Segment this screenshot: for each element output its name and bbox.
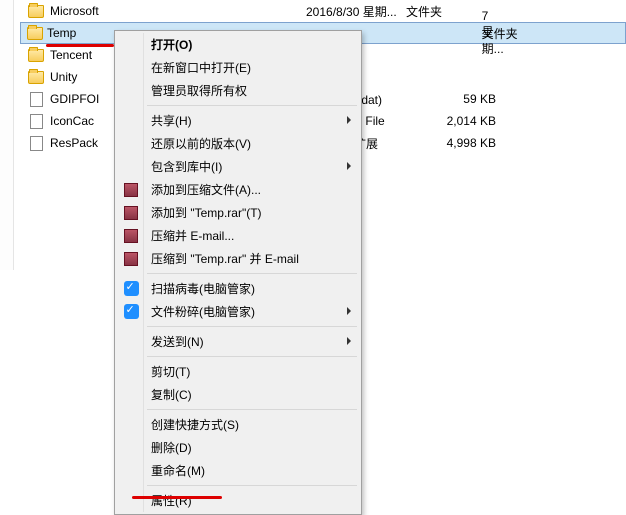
menu-label: 打开(O) xyxy=(151,36,192,53)
menu-label: 删除(D) xyxy=(151,439,192,456)
menu-copy[interactable]: 复制(C) xyxy=(117,383,359,406)
menu-delete[interactable]: 删除(D) xyxy=(117,436,359,459)
menu-label: 扫描病毒(电脑管家) xyxy=(151,280,255,297)
folder-icon xyxy=(27,27,43,40)
menu-label: 包含到库中(I) xyxy=(151,158,222,175)
menu-label: 还原以前的版本(V) xyxy=(151,135,251,152)
menu-separator xyxy=(147,409,357,410)
menu-separator xyxy=(147,273,357,274)
menu-file-shred[interactable]: 文件粉碎(电脑管家) xyxy=(117,300,359,323)
chevron-right-icon xyxy=(347,307,351,315)
menu-share[interactable]: 共享(H) xyxy=(117,109,359,132)
menu-separator xyxy=(147,356,357,357)
chevron-right-icon xyxy=(347,337,351,345)
menu-label: 在新窗口中打开(E) xyxy=(151,59,251,76)
menu-create-shortcut[interactable]: 创建快捷方式(S) xyxy=(117,413,359,436)
menu-separator xyxy=(147,485,357,486)
rar-icon xyxy=(122,227,140,245)
file-type: 文件夹 xyxy=(482,25,573,42)
menu-cut[interactable]: 剪切(T) xyxy=(117,360,359,383)
folder-icon xyxy=(26,5,46,18)
folder-icon xyxy=(26,49,46,62)
rar-icon xyxy=(122,204,140,222)
menu-rar-mail[interactable]: 压缩并 E-mail... xyxy=(117,224,359,247)
file-icon xyxy=(26,92,46,107)
menu-send-to[interactable]: 发送到(N) xyxy=(117,330,359,353)
menu-label: 创建快捷方式(S) xyxy=(151,416,239,433)
menu-rename[interactable]: 重命名(M) xyxy=(117,459,359,482)
folder-icon xyxy=(26,71,46,84)
file-size: 4,998 KB xyxy=(436,136,506,150)
menu-label: 添加到压缩文件(A)... xyxy=(151,181,261,198)
menu-label: 文件粉碎(电脑管家) xyxy=(151,303,255,320)
menu-rar-add[interactable]: 添加到压缩文件(A)... xyxy=(117,178,359,201)
menu-rar-temp[interactable]: 添加到 "Temp.rar"(T) xyxy=(117,201,359,224)
menu-label: 发送到(N) xyxy=(151,333,204,350)
menu-label: 复制(C) xyxy=(151,386,192,403)
menu-rar-temp-mail[interactable]: 压缩到 "Temp.rar" 并 E-mail xyxy=(117,247,359,270)
menu-label: 压缩到 "Temp.rar" 并 E-mail xyxy=(151,250,299,267)
shield-icon xyxy=(122,303,140,321)
menu-open[interactable]: 打开(O) xyxy=(117,33,359,56)
menu-restore-versions[interactable]: 还原以前的版本(V) xyxy=(117,132,359,155)
sidebar-edge xyxy=(0,0,14,270)
menu-open-new-window[interactable]: 在新窗口中打开(E) xyxy=(117,56,359,79)
menu-label: 共享(H) xyxy=(151,112,192,129)
menu-label: 剪切(T) xyxy=(151,363,190,380)
menu-separator xyxy=(147,326,357,327)
menu-include-library[interactable]: 包含到库中(I) xyxy=(117,155,359,178)
menu-separator xyxy=(147,105,357,106)
chevron-right-icon xyxy=(347,116,351,124)
file-icon xyxy=(26,136,46,151)
file-size: 59 KB xyxy=(436,92,506,106)
annotation-redline-top xyxy=(46,44,114,47)
chevron-right-icon xyxy=(347,162,351,170)
menu-scan-virus[interactable]: 扫描病毒(电脑管家) xyxy=(117,277,359,300)
menu-label: 重命名(M) xyxy=(151,462,205,479)
file-size: 2,014 KB xyxy=(436,114,506,128)
menu-take-ownership[interactable]: 管理员取得所有权 xyxy=(117,79,359,102)
menu-label: 添加到 "Temp.rar"(T) xyxy=(151,204,262,221)
annotation-redline-bottom xyxy=(132,496,222,499)
shield-icon xyxy=(122,280,140,298)
context-menu: 打开(O) 在新窗口中打开(E) 管理员取得所有权 共享(H) 还原以前的版本(… xyxy=(114,30,362,515)
menu-label: 压缩并 E-mail... xyxy=(151,227,234,244)
rar-icon xyxy=(122,181,140,199)
file-icon xyxy=(26,114,46,129)
rar-icon xyxy=(122,250,140,268)
menu-label: 管理员取得所有权 xyxy=(151,82,247,99)
